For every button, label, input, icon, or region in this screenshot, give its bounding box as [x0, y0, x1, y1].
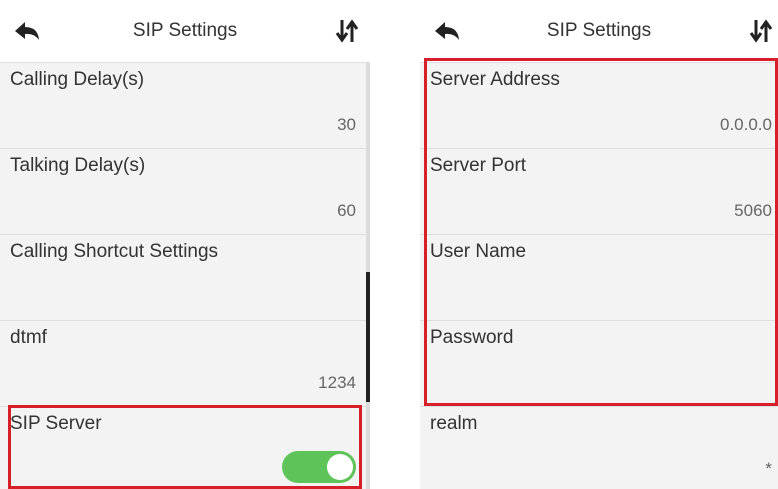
list-item-dtmf[interactable]: dtmf 1234	[0, 320, 370, 406]
list-item-server-address[interactable]: Server Address 0.0.0.0	[420, 62, 778, 148]
item-value: 60	[337, 201, 356, 220]
list-item-server-port[interactable]: Server Port 5060	[420, 148, 778, 234]
left-screen: SIP Settings Calling Delay(s) 30 Talking…	[0, 0, 370, 489]
sort-icon[interactable]	[334, 18, 360, 44]
list-item-calling-shortcut-settings[interactable]: Calling Shortcut Settings	[0, 234, 370, 320]
item-value: 30	[337, 115, 356, 134]
item-label: Server Address	[430, 69, 560, 90]
item-label: Calling Shortcut Settings	[10, 241, 219, 262]
settings-list: Server Address 0.0.0.0 Server Port 5060 …	[420, 62, 778, 489]
item-value: 1234	[318, 373, 356, 392]
page-title: SIP Settings	[132, 20, 238, 41]
right-screen: SIP Settings Server Address 0.0.0.0 Serv…	[420, 0, 778, 489]
list-item-realm[interactable]: realm *	[420, 406, 778, 489]
sort-icon[interactable]	[748, 18, 774, 44]
item-label: Talking Delay(s)	[10, 155, 146, 176]
item-value: 0.0.0.0	[720, 115, 772, 134]
list-item-user-name[interactable]: User Name	[420, 234, 778, 320]
item-value: 5060	[734, 201, 772, 220]
item-label: Server Port	[430, 155, 527, 176]
list-item-sip-server[interactable]: SIP Server	[0, 406, 370, 489]
header: SIP Settings	[420, 0, 778, 62]
item-label: Password	[430, 327, 514, 348]
item-value: *	[765, 459, 772, 478]
settings-list: Calling Delay(s) 30 Talking Delay(s) 60 …	[0, 62, 370, 489]
item-label: dtmf	[10, 327, 47, 348]
item-label: Calling Delay(s)	[10, 69, 145, 90]
scrollbar-thumb[interactable]	[366, 272, 370, 402]
header: SIP Settings	[0, 0, 370, 62]
item-label: User Name	[430, 241, 527, 262]
item-label: SIP Server	[10, 413, 102, 434]
list-item-calling-delay[interactable]: Calling Delay(s) 30	[0, 62, 370, 148]
list-item-talking-delay[interactable]: Talking Delay(s) 60	[0, 148, 370, 234]
sip-server-toggle[interactable]	[282, 451, 356, 483]
toggle-knob	[327, 454, 353, 480]
list-item-password[interactable]: Password	[420, 320, 778, 406]
item-label: realm	[430, 413, 478, 434]
page-title: SIP Settings	[546, 20, 652, 41]
